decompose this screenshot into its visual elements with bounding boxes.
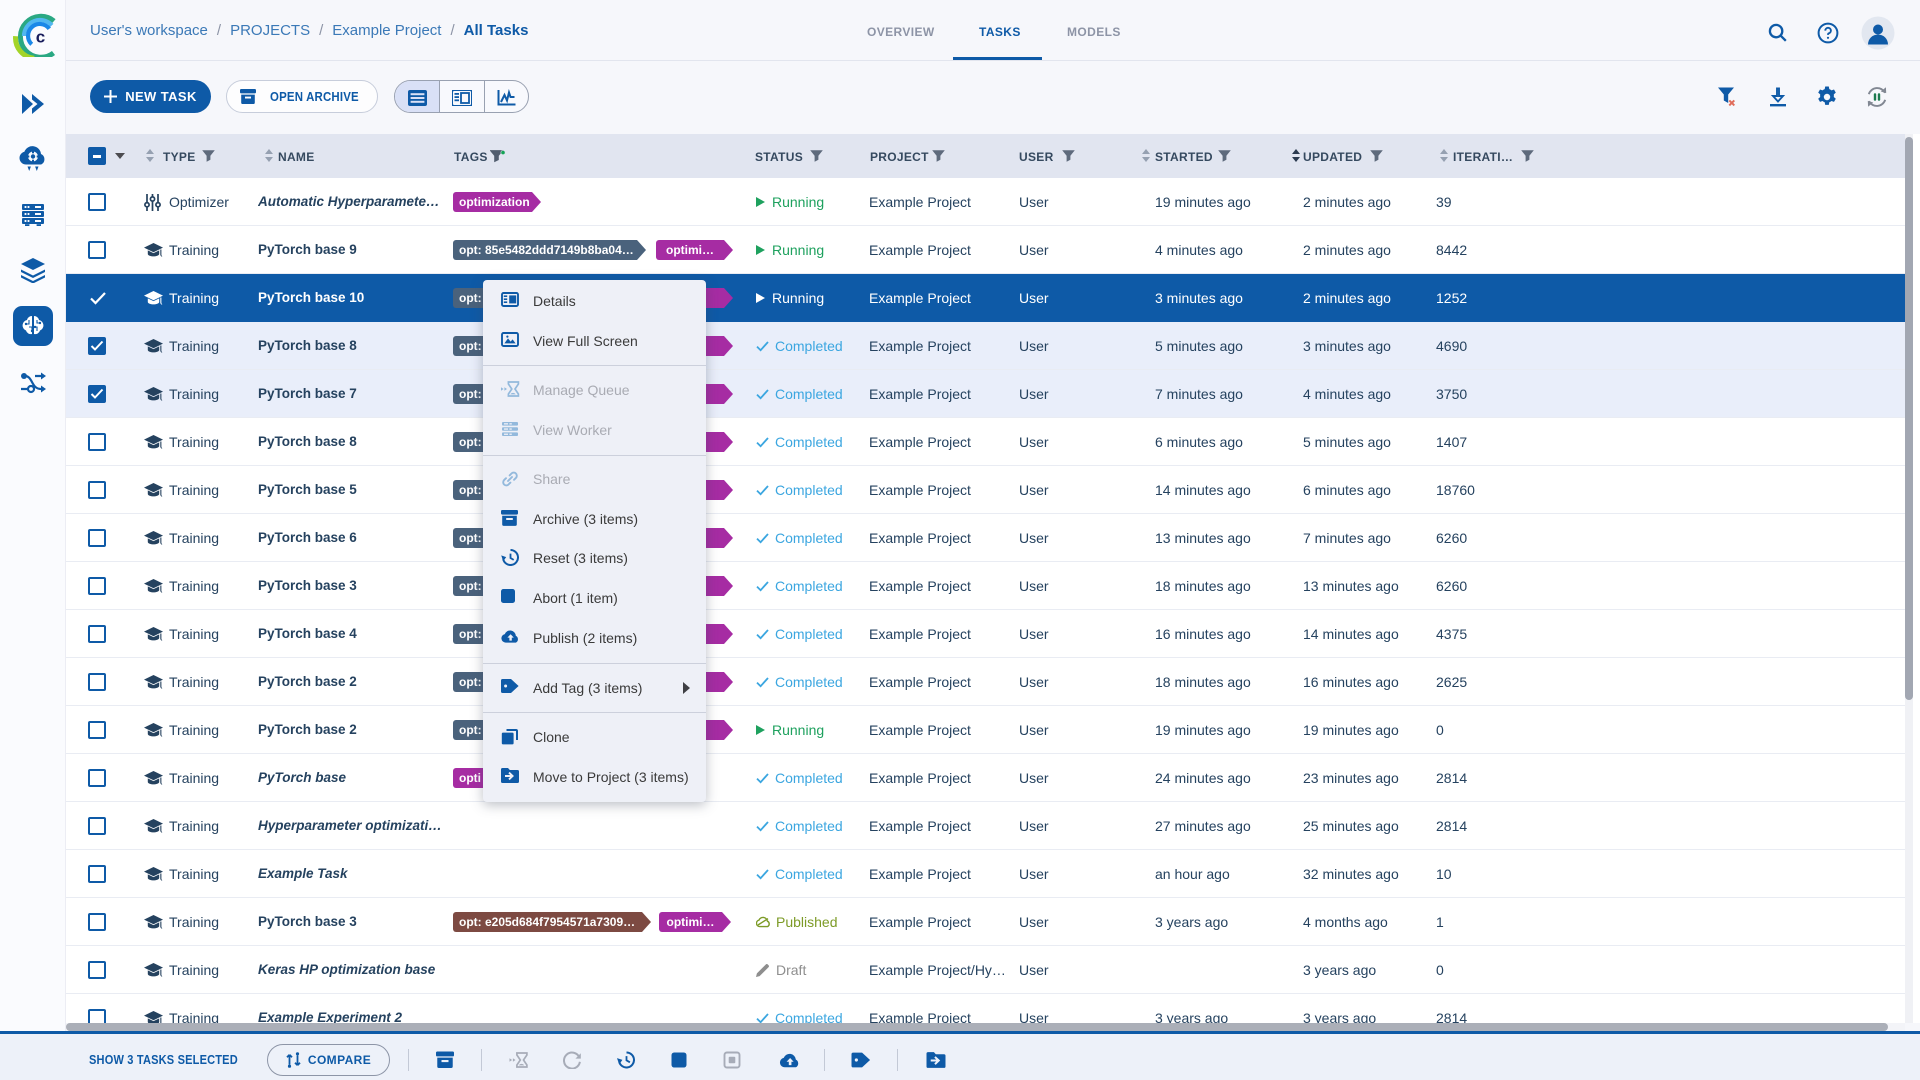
svg-text:c: c <box>35 28 44 47</box>
